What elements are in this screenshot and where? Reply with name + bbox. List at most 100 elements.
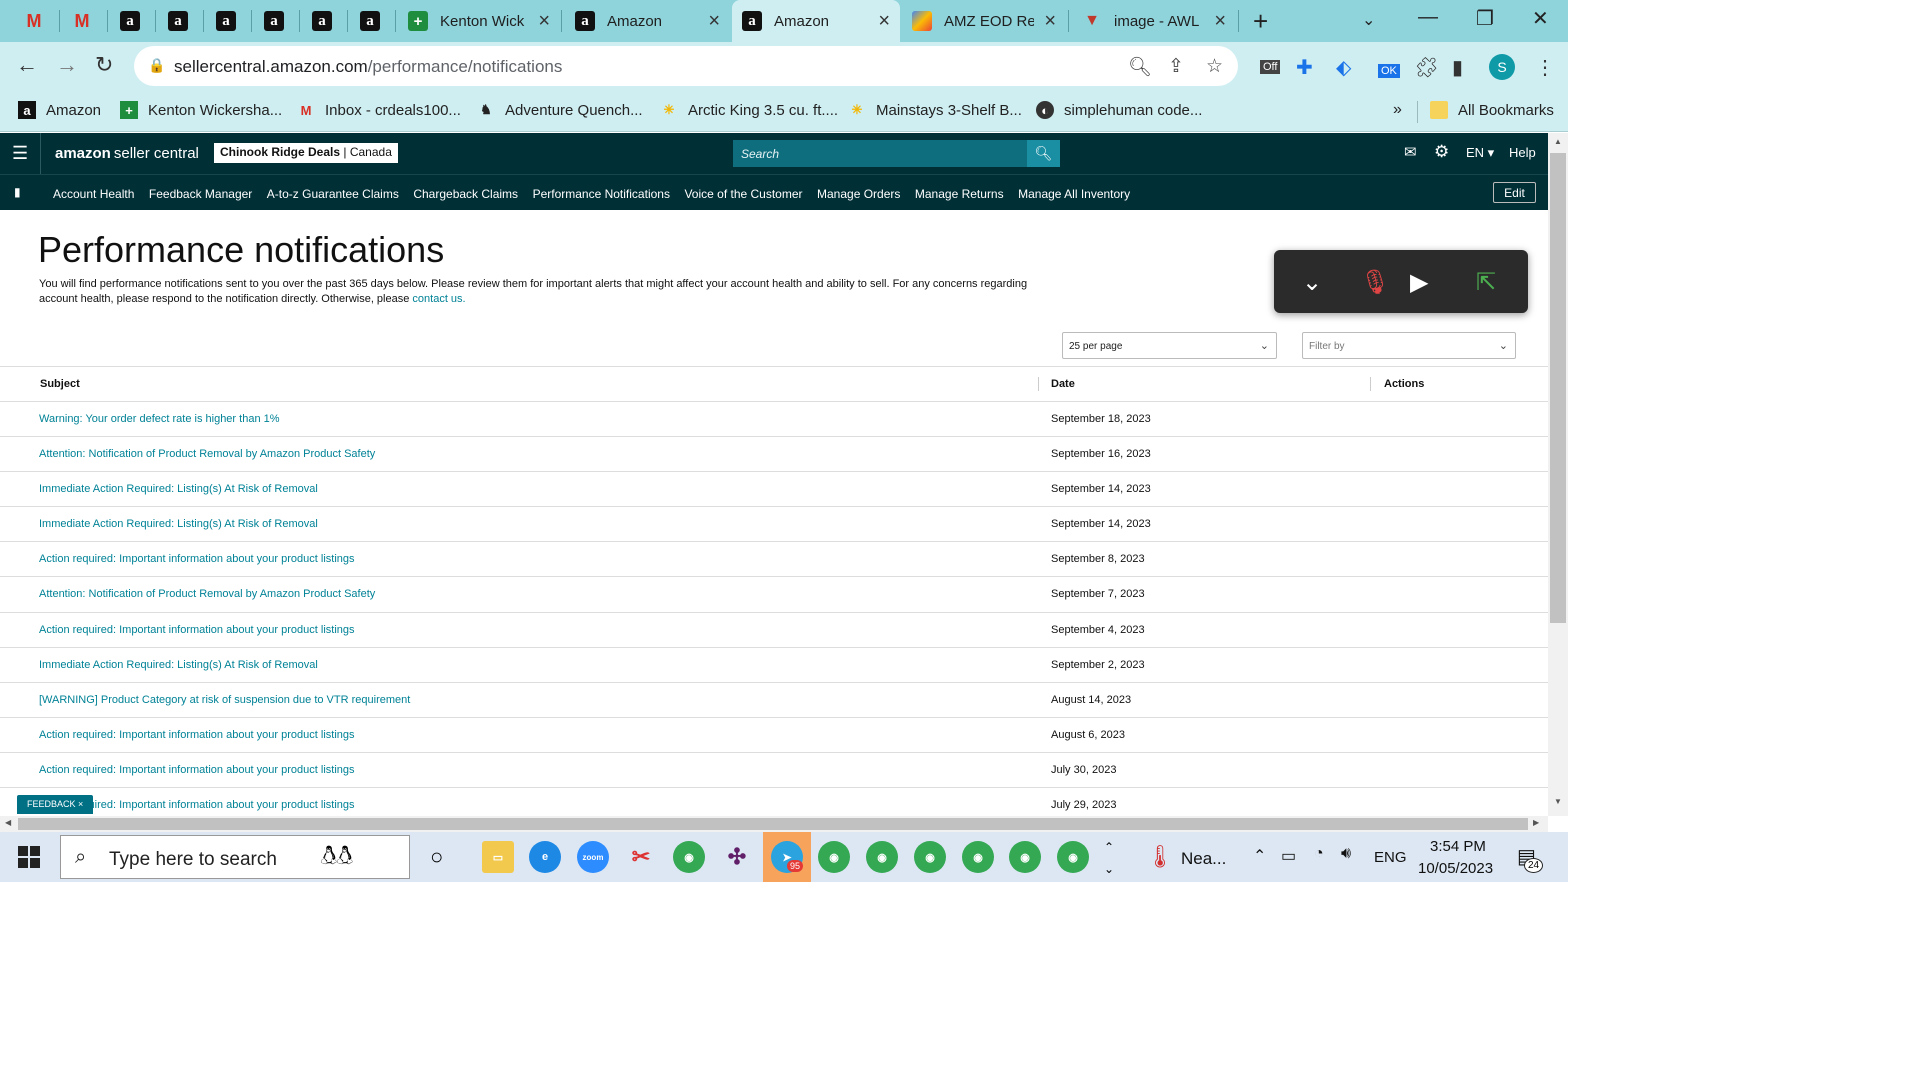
close-window-icon[interactable]: ✕ [1532,6,1549,31]
bookmark-adventure[interactable]: ♞ Adventure Quench... [477,101,642,119]
scroll-down-icon[interactable]: ▼ [1554,797,1562,806]
edge-icon[interactable]: e [529,841,561,873]
bookmark-pin-icon[interactable]: ▮ [14,185,21,199]
tab-amazon-2[interactable]: a [158,0,202,42]
minimize-icon[interactable]: — [1418,6,1438,29]
tab-amazon-4[interactable]: a [254,0,298,42]
hamburger-menu-icon[interactable]: ☰ [12,143,28,164]
menu-kebab-icon[interactable]: ⋮ [1535,55,1555,80]
notification-subject-link[interactable]: Action required: Important information a… [39,553,355,565]
tab-amazon-5[interactable]: a [302,0,346,42]
clock-time[interactable]: 3:54 PM [1430,838,1486,855]
file-explorer-icon[interactable]: ▭ [482,841,514,873]
wifi-icon[interactable]: ◔ [1314,845,1324,863]
notification-subject-link[interactable]: [WARNING] Product Category at risk of su… [39,694,410,706]
search-input[interactable]: Search [733,140,1027,167]
scroll-right-icon[interactable]: ▶ [1533,818,1539,827]
nav-a-to-z-claims[interactable]: A-to-z Guarantee Claims [267,187,399,201]
volume-icon[interactable]: 🔊︎ [1341,845,1351,863]
taskbar-search-input[interactable]: ⌕ Type here to search 🐧︎🐧︎ [60,835,410,879]
nav-manage-inventory[interactable]: Manage All Inventory [1018,187,1130,201]
reload-icon[interactable]: ↻ [95,52,113,78]
notification-subject-link[interactable]: Action required: Important information a… [39,624,355,636]
per-page-select[interactable]: 25 per page ⌄ [1062,332,1277,359]
nav-voice-of-customer[interactable]: Voice of the Customer [684,187,802,201]
chrome-icon[interactable]: ◉ [1009,841,1041,873]
horizontal-scrollbar[interactable]: ◀ ▶ [0,816,1548,832]
tab-gmail-2[interactable]: M [62,0,106,42]
tab-amazon-active[interactable]: a Amazon × [732,0,900,42]
slack-icon[interactable]: ✣ [721,841,753,873]
extension-off-icon[interactable]: Off [1260,60,1281,74]
clock-date[interactable]: 10/05/2023 [1418,860,1493,877]
help-link[interactable]: Help [1509,145,1536,160]
extension-tag-icon[interactable]: ⬖ [1336,55,1351,80]
chrome-icon[interactable]: ◉ [914,841,946,873]
notification-subject-link[interactable]: Immediate Action Required: Listing(s) At… [39,518,318,530]
notification-subject-link[interactable]: Attention: Notification of Product Remov… [39,588,375,600]
scrollbar-thumb[interactable] [1550,153,1566,623]
column-date[interactable]: Date [1051,378,1075,390]
side-panel-icon[interactable]: ▮ [1452,55,1463,80]
all-bookmarks[interactable]: All Bookmarks [1430,101,1554,119]
nav-feedback-manager[interactable]: Feedback Manager [149,187,252,201]
bookmark-arctic-king[interactable]: ✳ Arctic King 3.5 cu. ft.... [660,101,839,119]
column-subject[interactable]: Subject [40,378,80,390]
share-icon[interactable]: ⇪ [1168,55,1184,78]
tab-amazon-3[interactable]: a [206,0,250,42]
bookmark-inbox[interactable]: M Inbox - crdeals100... [297,101,461,119]
chrome-icon[interactable]: ◉ [962,841,994,873]
notification-subject-link[interactable]: Action required: Important information a… [39,729,355,741]
notification-subject-link[interactable]: Action required: Important information a… [39,764,355,776]
nav-manage-returns[interactable]: Manage Returns [915,187,1004,201]
extension-ok-icon[interactable]: OK [1378,64,1400,78]
close-icon[interactable]: × [878,10,890,33]
close-icon[interactable]: × [1214,10,1226,33]
mute-mic-icon[interactable]: 🎙︎ [1360,268,1390,297]
bookmark-mainstays[interactable]: ✳ Mainstays 3-Shelf B... [848,101,1022,119]
notification-subject-link[interactable]: Attention: Notification of Product Remov… [39,448,375,460]
scrollbar-thumb[interactable] [18,818,1528,830]
tray-scroll-down-icon[interactable]: ⌄ [1104,862,1114,876]
nav-account-health[interactable]: Account Health [53,187,134,201]
snipping-tool-icon[interactable]: ✂ [625,841,657,873]
task-view-icon[interactable]: ○ [430,844,443,870]
address-bar[interactable]: 🔒 sellercentral.amazon.com/performance/n… [134,46,1238,86]
nav-performance-notifications[interactable]: Performance Notifications [533,187,670,201]
nav-manage-orders[interactable]: Manage Orders [817,187,900,201]
notification-subject-link[interactable]: Immediate Action Required: Listing(s) At… [39,483,318,495]
tab-amazon-1[interactable]: a [110,0,154,42]
vertical-scrollbar[interactable]: ▲ ▼ [1548,133,1568,816]
chrome-icon[interactable]: ◉ [818,841,850,873]
notification-subject-link[interactable]: Immediate Action Required: Listing(s) At… [39,659,318,671]
video-camera-icon[interactable]: ▶ [1410,268,1428,297]
show-hidden-icons-icon[interactable]: ⌃ [1253,846,1266,866]
close-icon[interactable]: × [538,10,550,33]
restore-icon[interactable]: ❐ [1476,6,1494,31]
language-indicator[interactable]: ENG [1374,849,1407,866]
weather-label[interactable]: Nea... [1181,849,1226,869]
scroll-up-icon[interactable]: ▲ [1554,137,1562,146]
close-icon[interactable]: × [1044,10,1056,33]
chrome-icon[interactable]: ◉ [1057,841,1089,873]
collapse-chevron-icon[interactable]: ⌄ [1302,268,1322,297]
seller-central-logo[interactable]: amazon seller central [40,133,199,174]
battery-icon[interactable]: ▭ [1281,846,1296,866]
scroll-left-icon[interactable]: ◀ [5,818,11,827]
tab-gmail-1[interactable]: M [14,0,58,42]
new-tab-icon[interactable]: + [1253,6,1268,37]
store-switcher[interactable]: Chinook Ridge Deals | Canada [214,143,398,163]
forward-icon[interactable]: → [56,52,78,78]
puzzle-icon[interactable]: 🧩︎ [1414,55,1439,80]
zoom-icon[interactable]: 🔍︎ [1128,55,1152,79]
thermometer-icon[interactable]: 🌡︎ [1146,844,1174,870]
filter-select[interactable]: Filter by ⌄ [1302,332,1516,359]
chrome-icon[interactable]: ◉ [866,841,898,873]
share-screen-icon[interactable]: ⇱ [1476,268,1496,297]
feedback-button[interactable]: FEEDBACK × [17,795,94,814]
language-selector[interactable]: EN ▾ [1466,145,1494,161]
mail-icon[interactable]: ✉ [1404,143,1417,161]
chrome-icon[interactable]: ◉ [673,841,705,873]
nav-chargeback-claims[interactable]: Chargeback Claims [413,187,518,201]
tab-kenton[interactable]: + Kenton Wick × [398,0,560,42]
